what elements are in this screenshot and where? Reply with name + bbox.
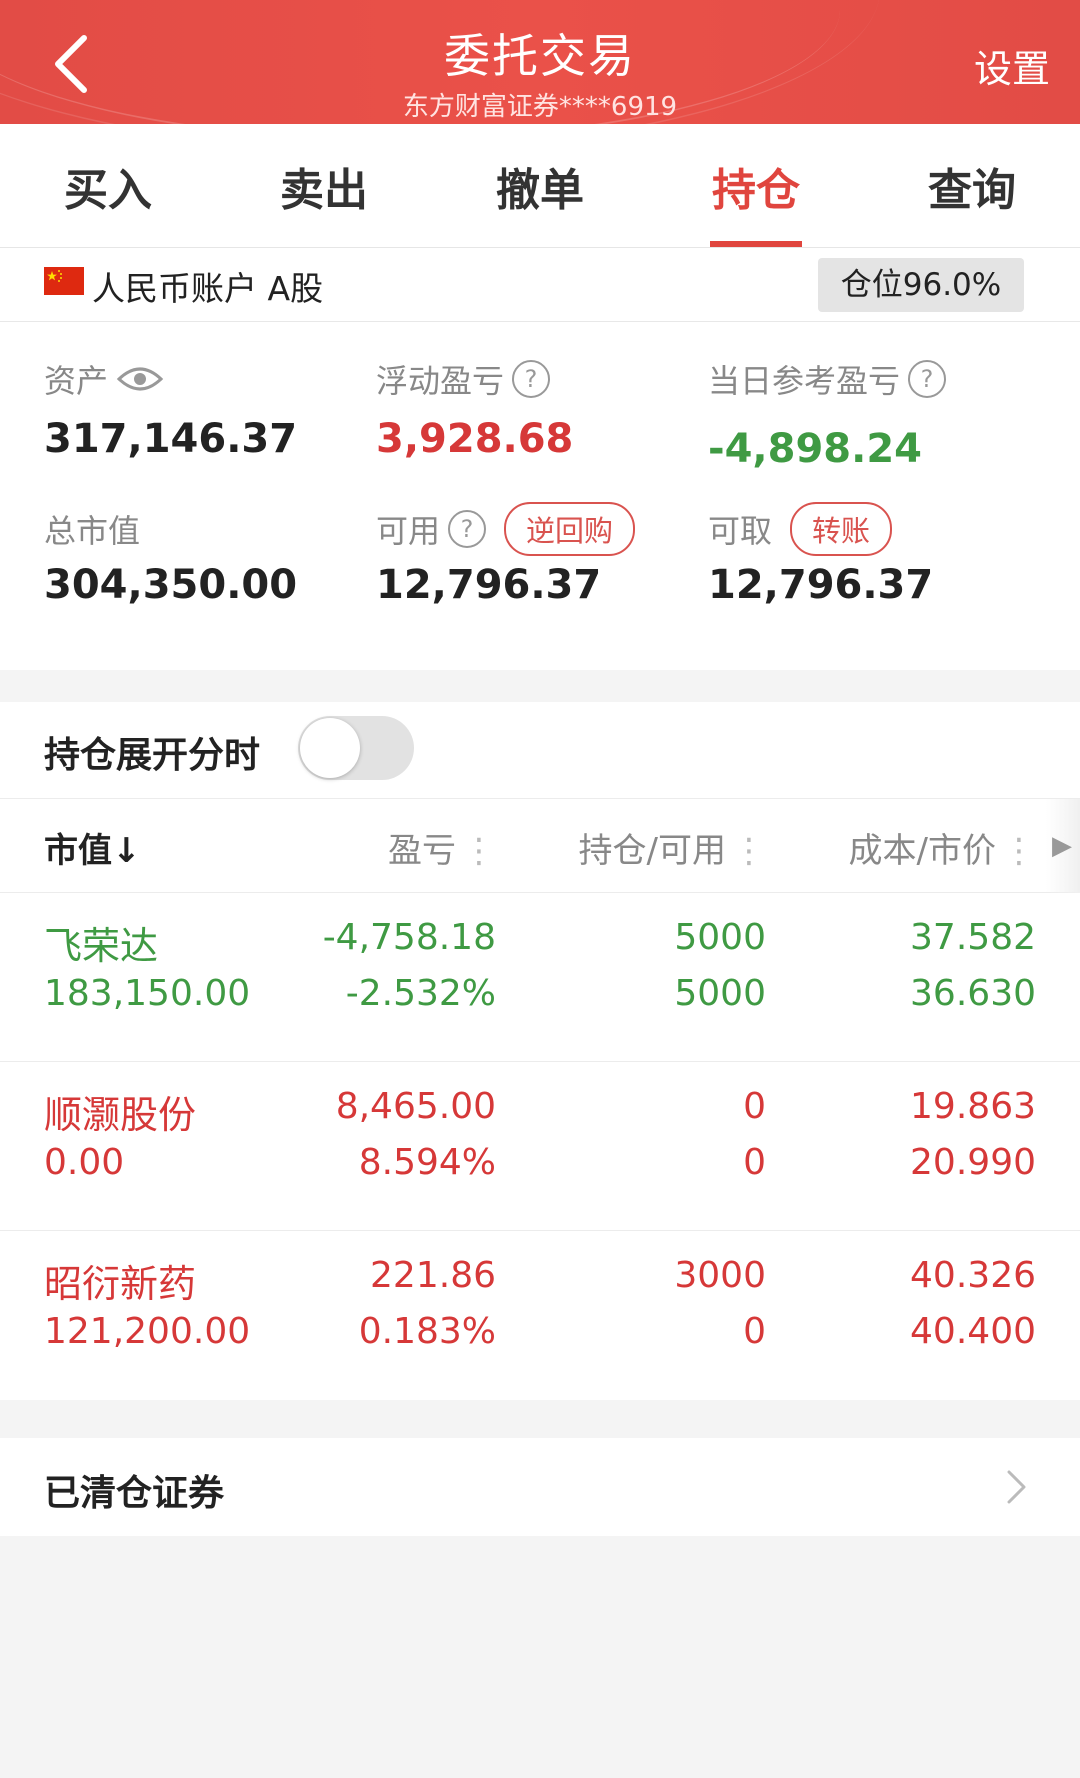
transfer-button[interactable]: 转账 — [790, 502, 893, 556]
assets-cell: 资产 317,146.37 — [44, 356, 297, 462]
market-value-cell: 总市值 304,350.00 — [44, 502, 297, 608]
help-icon[interactable]: ? — [512, 360, 551, 398]
withdrawable-value: 12,796.37 — [708, 562, 934, 608]
stock-market-value: 183,150.00 — [44, 973, 251, 1014]
settings-button[interactable]: 设置 — [974, 38, 1050, 93]
help-icon[interactable]: ? — [908, 360, 947, 398]
account-bar: 人民币账户 A股 仓位96.0% — [0, 248, 1080, 322]
stock-price: 20.990 — [910, 1142, 1036, 1183]
account-type: 人民币账户 A股 — [92, 269, 324, 308]
stock-cost: 19.863 — [910, 1086, 1036, 1127]
toggle-knob — [300, 718, 360, 778]
stock-market-value: 0.00 — [44, 1142, 125, 1183]
tab-label: 撤单 — [496, 164, 584, 216]
eye-icon[interactable] — [116, 361, 164, 397]
tab-sell[interactable]: 卖出 — [216, 124, 432, 247]
stock-pnl: 221.86 — [370, 1255, 496, 1296]
scroll-right-icon[interactable]: ▶ — [1046, 799, 1080, 893]
stock-cost: 37.582 — [910, 917, 1036, 958]
market-value-label: 总市值 — [44, 512, 141, 550]
column-cost-label: 成本/市价 — [848, 831, 996, 871]
stock-pnl: -4,758.18 — [322, 917, 496, 958]
column-holding-label: 持仓/可用 — [578, 831, 726, 871]
column-market-value[interactable]: 市值↓ — [44, 823, 141, 872]
stock-pnl-percent: 8.594% — [358, 1142, 496, 1183]
stock-price: 40.400 — [910, 1311, 1036, 1352]
expand-intraday-label: 持仓展开分时 — [44, 735, 261, 776]
active-tab-indicator — [710, 241, 802, 247]
position-ratio-badge[interactable]: 仓位96.0% — [818, 258, 1024, 312]
withdrawable-label: 可取 — [708, 512, 773, 550]
table-row[interactable]: 昭衍新药 121,200.00 221.86 0.183% 3000 0 40.… — [0, 1231, 1080, 1400]
market-value-value: 304,350.00 — [44, 562, 298, 608]
tab-query[interactable]: 查询 — [864, 124, 1080, 247]
stock-cost: 40.326 — [910, 1255, 1036, 1296]
table-row[interactable]: 顺灏股份 0.00 8,465.00 8.594% 0 0 19.863 20.… — [0, 1062, 1080, 1231]
trade-tabs: 买入 卖出 撤单 持仓 查询 — [0, 124, 1080, 248]
withdrawable-cell: 可取 转账 12,796.37 — [708, 502, 933, 608]
cleared-securities-row[interactable]: 已清仓证券 — [0, 1438, 1080, 1536]
floating-pnl-cell: 浮动盈亏? 3,928.68 — [376, 356, 573, 462]
stock-available: 0 — [743, 1142, 766, 1183]
holdings-table: 市值↓ 盈亏 ⋮ 持仓/可用 ⋮ 成本/市价 ⋮ ▶ 飞荣达 183,150.00 -… — [0, 798, 1080, 1400]
stock-available: 0 — [743, 1311, 766, 1352]
tab-cancel-order[interactable]: 撤单 — [432, 124, 648, 247]
sort-handle-icon: ⋮ — [732, 831, 766, 871]
stock-pnl-percent: -2.532% — [345, 973, 496, 1014]
sort-handle-icon: ⋮ — [462, 831, 496, 871]
available-value: 12,796.37 — [376, 562, 602, 608]
tab-label: 卖出 — [280, 164, 368, 216]
daily-pnl-value: -4,898.24 — [708, 426, 922, 472]
available-cell: 可用? 逆回购 12,796.37 — [376, 502, 636, 608]
daily-pnl-label: 当日参考盈亏 — [708, 362, 901, 400]
stock-name: 顺灏股份 — [44, 1093, 197, 1137]
daily-pnl-cell: 当日参考盈亏? -4,898.24 — [708, 356, 947, 472]
column-pnl-label: 盈亏 — [388, 831, 456, 871]
expand-intraday-toggle[interactable] — [298, 716, 414, 780]
stock-pnl: 8,465.00 — [335, 1086, 496, 1127]
stock-name: 飞荣达 — [44, 924, 159, 968]
assets-value: 317,146.37 — [44, 416, 298, 462]
stock-holding: 3000 — [674, 1255, 766, 1296]
stock-pnl-percent: 0.183% — [358, 1311, 496, 1352]
stock-name: 昭衍新药 — [44, 1262, 197, 1306]
tab-label: 查询 — [928, 164, 1016, 216]
available-label: 可用 — [376, 512, 441, 550]
floating-pnl-label: 浮动盈亏 — [376, 362, 505, 400]
page-title: 委托交易 — [444, 29, 636, 83]
column-pnl[interactable]: 盈亏 ⋮ — [388, 823, 496, 872]
tab-label: 持仓 — [712, 164, 800, 216]
app-header: 委托交易 东方财富证券****6919 设置 — [0, 0, 1080, 124]
broker-account: 东方财富证券****6919 — [402, 92, 678, 122]
chevron-right-icon — [1007, 1470, 1026, 1504]
stock-market-value: 121,200.00 — [44, 1311, 251, 1352]
table-row[interactable]: 飞荣达 183,150.00 -4,758.18 -2.532% 5000 50… — [0, 893, 1080, 1062]
cleared-securities-label: 已清仓证券 — [44, 1473, 225, 1514]
stock-price: 36.630 — [910, 973, 1036, 1014]
column-holding-available[interactable]: 持仓/可用 ⋮ — [579, 823, 766, 872]
stock-available: 5000 — [674, 973, 766, 1014]
assets-label: 资产 — [44, 362, 109, 400]
table-header: 市值↓ 盈亏 ⋮ 持仓/可用 ⋮ 成本/市价 ⋮ ▶ — [0, 799, 1080, 893]
stock-holding: 5000 — [674, 917, 766, 958]
sort-handle-icon: ⋮ — [1002, 831, 1036, 871]
reverse-repo-button[interactable]: 逆回购 — [504, 502, 636, 556]
column-cost-price[interactable]: 成本/市价 ⋮ — [849, 823, 1036, 872]
account-summary: 资产 317,146.37 浮动盈亏? 3,928.68 当日参考盈亏? -4,… — [0, 322, 1080, 670]
expand-intraday-row: 持仓展开分时 — [0, 702, 1080, 798]
china-flag-icon — [44, 267, 84, 295]
tab-buy[interactable]: 买入 — [0, 124, 216, 247]
tab-holdings[interactable]: 持仓 — [648, 124, 864, 247]
help-icon[interactable]: ? — [448, 510, 487, 548]
floating-pnl-value: 3,928.68 — [376, 416, 574, 462]
tab-label: 买入 — [64, 164, 152, 216]
stock-holding: 0 — [743, 1086, 766, 1127]
